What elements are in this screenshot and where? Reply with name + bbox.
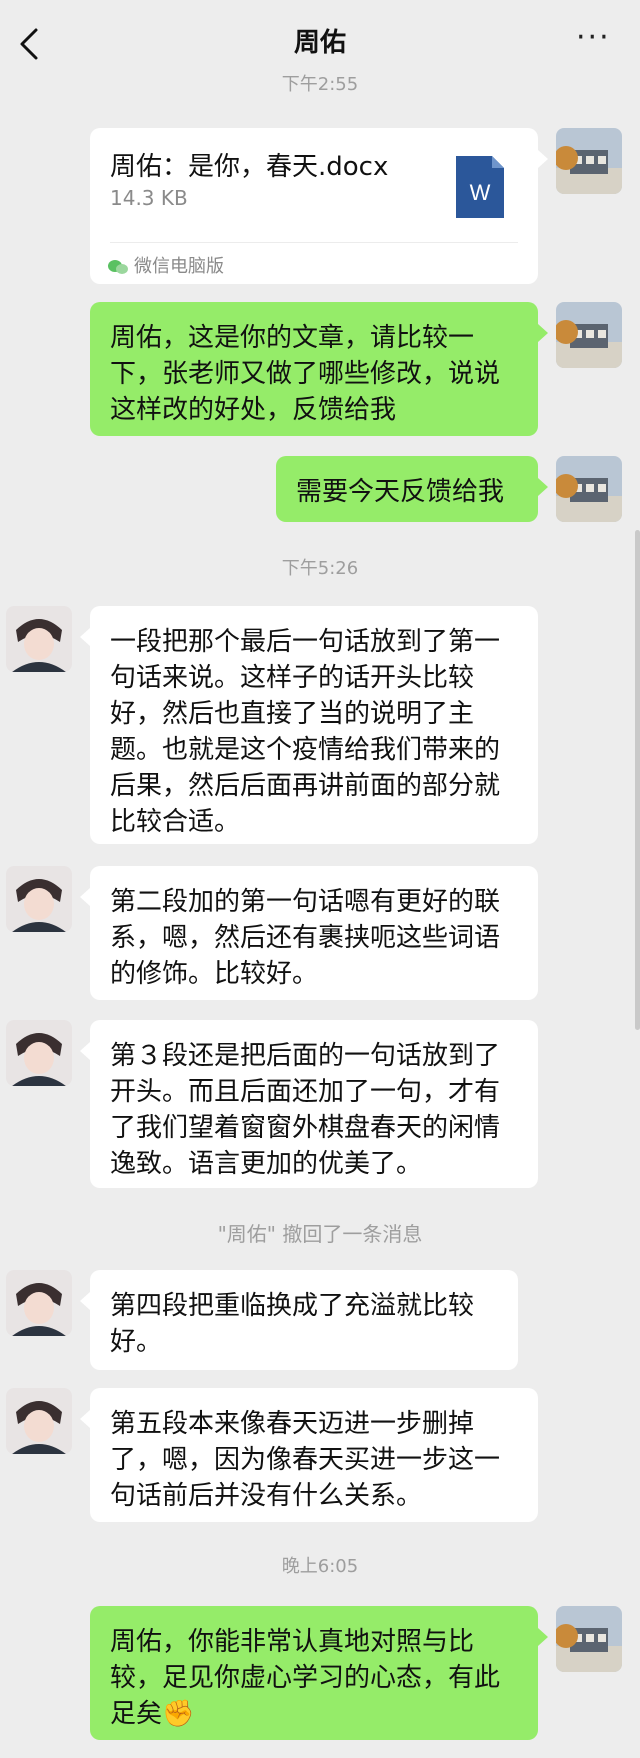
received-message[interactable]: 一段把那个最后一句话放到了第一句话来说。这样子的话开头比较好，然后也直接了当的说… bbox=[90, 606, 538, 844]
file-source-label: 微信电脑版 bbox=[134, 256, 224, 277]
avatar-self[interactable] bbox=[556, 1606, 622, 1672]
word-document-icon: W bbox=[456, 156, 504, 218]
scrollbar[interactable] bbox=[635, 530, 640, 1030]
bubble-tail bbox=[538, 1628, 548, 1646]
bubble-tail bbox=[80, 888, 90, 906]
received-message[interactable]: 第３段还是把后面的一句话放到了开头。而且后面还加了一句，才有了我们望着窗窗外棋盘… bbox=[90, 1020, 538, 1188]
word-icon-letter: W bbox=[470, 180, 491, 205]
file-size: 14.3 KB bbox=[110, 186, 188, 210]
recall-notice: "周佑" 撤回了一条消息 bbox=[217, 1222, 423, 1246]
avatar-contact[interactable] bbox=[6, 606, 72, 672]
bubble-tail bbox=[80, 1042, 90, 1060]
bubble-tail bbox=[80, 1292, 90, 1310]
bubble-tail bbox=[80, 628, 90, 646]
avatar-self[interactable] bbox=[556, 128, 622, 194]
bubble-tail bbox=[538, 478, 548, 496]
chat-title: 周佑 bbox=[293, 28, 346, 58]
file-source: 微信电脑版 bbox=[108, 252, 224, 278]
sent-message[interactable]: 需要今天反馈给我 bbox=[276, 456, 538, 522]
bubble-tail bbox=[538, 324, 548, 342]
bubble-tail bbox=[538, 150, 548, 168]
timestamp: 下午2:55 bbox=[281, 74, 359, 95]
file-name: 周佑：是你，春天.docx bbox=[110, 152, 389, 182]
avatar-self[interactable] bbox=[556, 302, 622, 368]
timestamp: 晚上6:05 bbox=[281, 1556, 359, 1577]
sent-message[interactable]: 周佑，这是你的文章，请比较一下，张老师又做了哪些修改，说说这样改的好处，反馈给我 bbox=[90, 302, 538, 436]
timestamp: 下午5:26 bbox=[281, 558, 359, 579]
received-message[interactable]: 第五段本来像春天迈进一步删掉了，嗯，因为像春天买进一步这一句话前后并没有什么关系… bbox=[90, 1388, 538, 1522]
avatar-contact[interactable] bbox=[6, 866, 72, 932]
bubble-tail bbox=[80, 1410, 90, 1428]
received-message[interactable]: 第四段把重临换成了充溢就比较好。 bbox=[90, 1270, 518, 1370]
received-message[interactable]: 第二段加的第一句话嗯有更好的联系，嗯，然后还有裹挟呃这些词语的修饰。比较好。 bbox=[90, 866, 538, 1000]
avatar-contact[interactable] bbox=[6, 1020, 72, 1086]
avatar-contact[interactable] bbox=[6, 1270, 72, 1336]
sent-message[interactable]: 周佑，你能非常认真地对照与比较，足见你虚心学习的心态，有此足矣✊ bbox=[90, 1606, 538, 1740]
avatar-self[interactable] bbox=[556, 456, 622, 522]
wechat-pc-icon bbox=[108, 260, 128, 274]
divider bbox=[110, 242, 518, 243]
more-options-icon[interactable]: ··· bbox=[576, 23, 616, 54]
file-message[interactable]: 周佑：是你，春天.docx 14.3 KB W 微信电脑版 bbox=[90, 128, 538, 284]
avatar-contact[interactable] bbox=[6, 1388, 72, 1454]
